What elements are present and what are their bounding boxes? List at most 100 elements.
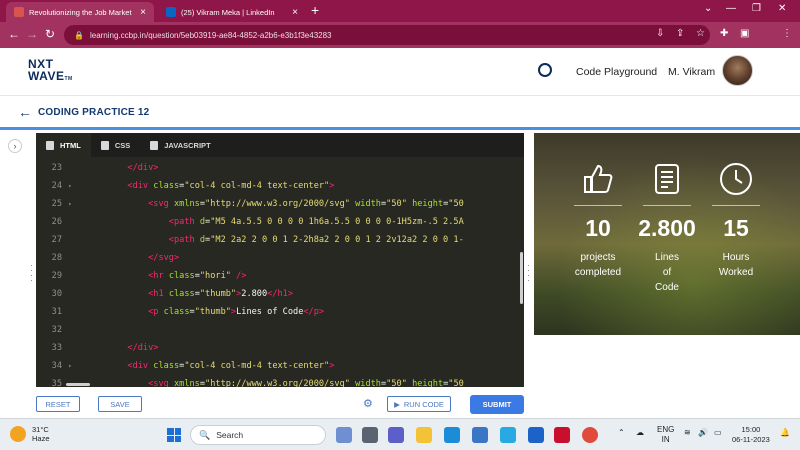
code-line[interactable]: 29 <hr class="hori" />: [36, 267, 524, 285]
back-arrow-icon[interactable]: ←: [18, 104, 32, 120]
line-number: 24: [51, 181, 62, 191]
minimize-icon[interactable]: —: [726, 3, 736, 14]
code-line[interactable]: 26 <path d="M5 4a.5.5 0 0 0 0 1h6a.5.5 0…: [36, 213, 524, 231]
run-code-button[interactable]: ▶ RUN CODE: [387, 396, 451, 412]
teams-icon[interactable]: [388, 427, 404, 443]
submit-button[interactable]: SUBMIT: [470, 395, 524, 414]
code-line[interactable]: 25 ▾ <svg xmlns="http://www.w3.org/2000/s…: [36, 195, 524, 213]
new-tab-button[interactable]: +: [311, 2, 319, 18]
chrome-icon[interactable]: [582, 427, 598, 443]
code-line[interactable]: 32: [36, 321, 524, 339]
weather-widget[interactable]: 31°C Haze: [10, 425, 50, 443]
windows-taskbar: 31°C Haze 🔍 Search ⌃ ☁ ENG IN ≋ 🔊 ▭ 15:0…: [0, 418, 800, 450]
volume-icon[interactable]: 🔊: [698, 428, 708, 437]
language-code: ENG: [657, 425, 675, 434]
tab-css[interactable]: CSS: [91, 133, 140, 157]
save-button[interactable]: SAVE: [98, 396, 142, 412]
horizontal-scrollbar[interactable]: [66, 383, 90, 386]
code-text: </svg>: [148, 253, 180, 263]
language-indicator[interactable]: ENG IN: [657, 425, 674, 445]
avatar[interactable]: [722, 55, 753, 86]
edge-icon[interactable]: [444, 427, 460, 443]
back-icon[interactable]: ←: [8, 27, 20, 41]
chevron-down-icon[interactable]: ⌄: [704, 3, 712, 14]
resize-handle-middle[interactable]: · · · ·: [527, 262, 530, 285]
wifi-icon[interactable]: ≋: [684, 428, 691, 437]
stat-hours: 15 Hours Worked: [692, 133, 780, 335]
app-icon[interactable]: [500, 427, 516, 443]
browser-tab-linkedin[interactable]: (25) Vikram Meka | LinkedIn ×: [158, 2, 306, 22]
line-number: 28: [51, 253, 62, 263]
code-line[interactable]: 31 <p class="thumb">Lines of Code</p>: [36, 303, 524, 321]
reload-icon[interactable]: ↻: [45, 27, 55, 41]
tab-title: (25) Vikram Meka | LinkedIn: [181, 7, 275, 17]
reset-button[interactable]: RESET: [36, 396, 80, 412]
gear-icon[interactable]: ⚙: [363, 397, 373, 410]
css3-icon: [100, 140, 109, 150]
code-text: <hr class="hori" />: [148, 271, 247, 281]
stat-value: 15: [723, 215, 749, 241]
code-line[interactable]: 28 </svg>: [36, 249, 524, 267]
line-number: 32: [51, 325, 62, 335]
editor-action-bar: RESET SAVE ⚙ ▶ RUN CODE SUBMIT: [0, 387, 534, 417]
clock-date: 06-11-2023: [732, 435, 770, 444]
copilot-icon[interactable]: [336, 427, 352, 443]
onedrive-icon[interactable]: ☁: [636, 428, 644, 437]
line-number: 34: [51, 361, 62, 371]
resize-handle-left[interactable]: · · · ·: [30, 262, 33, 285]
close-window-icon[interactable]: ✕: [778, 3, 786, 14]
play-icon: ▶: [394, 399, 400, 409]
app-icon-2[interactable]: [528, 427, 544, 443]
extensions-icon[interactable]: ✚: [720, 28, 728, 39]
system-clock[interactable]: 15:00 06-11-2023: [732, 425, 770, 445]
code-playground-link[interactable]: Code Playground: [576, 66, 657, 78]
fold-toggle-icon[interactable]: ▾: [68, 363, 76, 370]
code-editor[interactable]: HTML CSS JAVASCRIPT 23 </div> 24 ▾ <div cl…: [36, 133, 524, 387]
timer-icon[interactable]: [538, 63, 552, 77]
battery-icon[interactable]: ▭: [714, 428, 722, 437]
code-text: <div class="col-4 col-md-4 text-center">: [127, 361, 335, 371]
line-number: 29: [51, 271, 62, 281]
forward-icon[interactable]: →: [26, 27, 38, 41]
task-view-icon[interactable]: [362, 427, 378, 443]
fold-toggle-icon[interactable]: ▾: [68, 201, 76, 208]
tab-javascript[interactable]: JAVASCRIPT: [140, 133, 220, 157]
code-line[interactable]: 35▾ <svg xmlns="http://www.w3.org/2000/s…: [36, 375, 524, 387]
install-icon[interactable]: ⇩: [656, 28, 664, 39]
code-line[interactable]: 24 ▾ <div class="col-4 col-md-4 text-cent…: [36, 177, 524, 195]
code-line[interactable]: 34 ▾ <div class="col-4 col-md-4 text-cent…: [36, 357, 524, 375]
logo-tm: TM: [64, 76, 73, 82]
fold-toggle-icon[interactable]: ▾: [68, 183, 76, 190]
url-bar[interactable]: 🔒 learning.ccbp.in/question/5eb03919-ae8…: [64, 25, 710, 45]
code-text: <svg xmlns="http://www.w3.org/2000/svg" …: [148, 379, 464, 387]
bookmark-star-icon[interactable]: ☆: [696, 28, 705, 39]
code-line[interactable]: 30 <h1 class="thumb">2.800</h1>: [36, 285, 524, 303]
code-line[interactable]: 27 <path d="M2 2a2 2 0 0 1 2-2h8a2 2 0 0…: [36, 231, 524, 249]
notification-bell-icon[interactable]: 🔔: [780, 428, 790, 437]
close-tab-icon[interactable]: ×: [140, 7, 146, 18]
sidebar-icon[interactable]: ▣: [740, 28, 749, 39]
browser-tab-active[interactable]: Revolutionizing the Job Market | ×: [6, 2, 154, 22]
store-icon[interactable]: [472, 427, 488, 443]
mcafee-icon[interactable]: [554, 427, 570, 443]
restore-icon[interactable]: ❐: [752, 3, 761, 14]
code-text: <path d="M5 4a.5.5 0 0 0 0 1h6a.5.5 0 0 …: [168, 217, 464, 227]
chevron-up-icon[interactable]: ⌃: [618, 428, 625, 437]
windows-start-icon[interactable]: [167, 428, 181, 442]
code-text: <path d="M2 2a2 2 0 0 1 2-2h8a2 2 0 0 1 …: [168, 235, 464, 245]
close-tab-icon[interactable]: ×: [292, 7, 298, 18]
vertical-scrollbar[interactable]: [520, 252, 523, 304]
expand-panel-chevron-icon[interactable]: ›: [8, 139, 22, 153]
code-text: </div>: [127, 163, 159, 173]
user-name[interactable]: M. Vikram: [668, 66, 715, 78]
share-icon[interactable]: ⇪: [676, 28, 684, 39]
stat-label: Hours Worked: [698, 250, 774, 280]
code-line[interactable]: 33 </div>: [36, 339, 524, 357]
nxtwave-logo[interactable]: NXT WAVETM: [28, 58, 73, 85]
file-explorer-icon[interactable]: [416, 427, 432, 443]
tab-html[interactable]: HTML: [36, 133, 91, 157]
code-line[interactable]: 23 </div>: [36, 159, 524, 177]
line-number: 26: [51, 217, 62, 227]
taskbar-search[interactable]: 🔍 Search: [190, 425, 326, 445]
more-menu-icon[interactable]: ⋮: [782, 28, 792, 39]
